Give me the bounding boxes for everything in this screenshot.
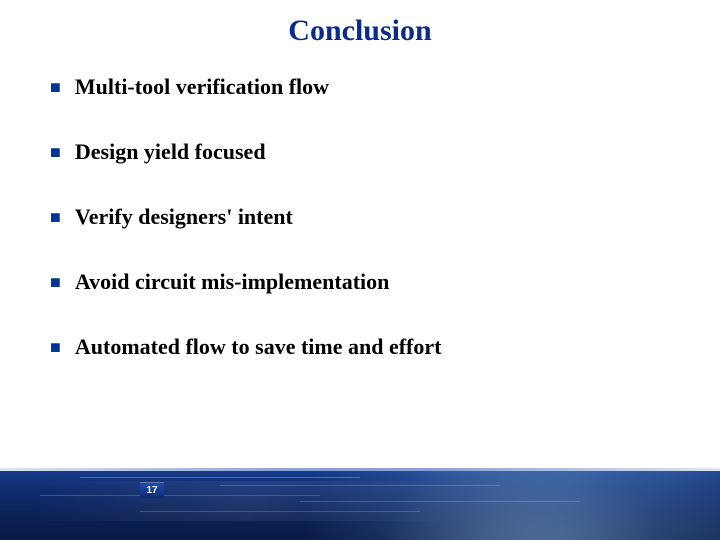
bullet-text: Multi-tool verification flow [75,74,329,100]
square-bullet-icon: ■ [50,74,61,100]
bullet-text: Verify designers' intent [75,204,293,230]
slide-title: Conclusion [0,0,720,56]
bullet-item: ■ Automated flow to save time and effort [50,334,670,360]
square-bullet-icon: ■ [50,269,61,295]
bullet-item: ■ Avoid circuit mis-implementation [50,269,670,295]
page-number: 17 [140,482,164,498]
slide-footer: 17 [0,468,720,540]
bullet-item: ■ Design yield focused [50,139,670,165]
bullet-text: Avoid circuit mis-implementation [75,269,390,295]
bullet-item: ■ Multi-tool verification flow [50,74,670,100]
bullet-item: ■ Verify designers' intent [50,204,670,230]
square-bullet-icon: ■ [50,334,61,360]
bullet-text: Design yield focused [75,139,266,165]
square-bullet-icon: ■ [50,204,61,230]
slide-content: ■ Multi-tool verification flow ■ Design … [0,56,720,360]
square-bullet-icon: ■ [50,139,61,165]
footer-background [0,471,720,540]
bullet-text: Automated flow to save time and effort [75,334,442,360]
